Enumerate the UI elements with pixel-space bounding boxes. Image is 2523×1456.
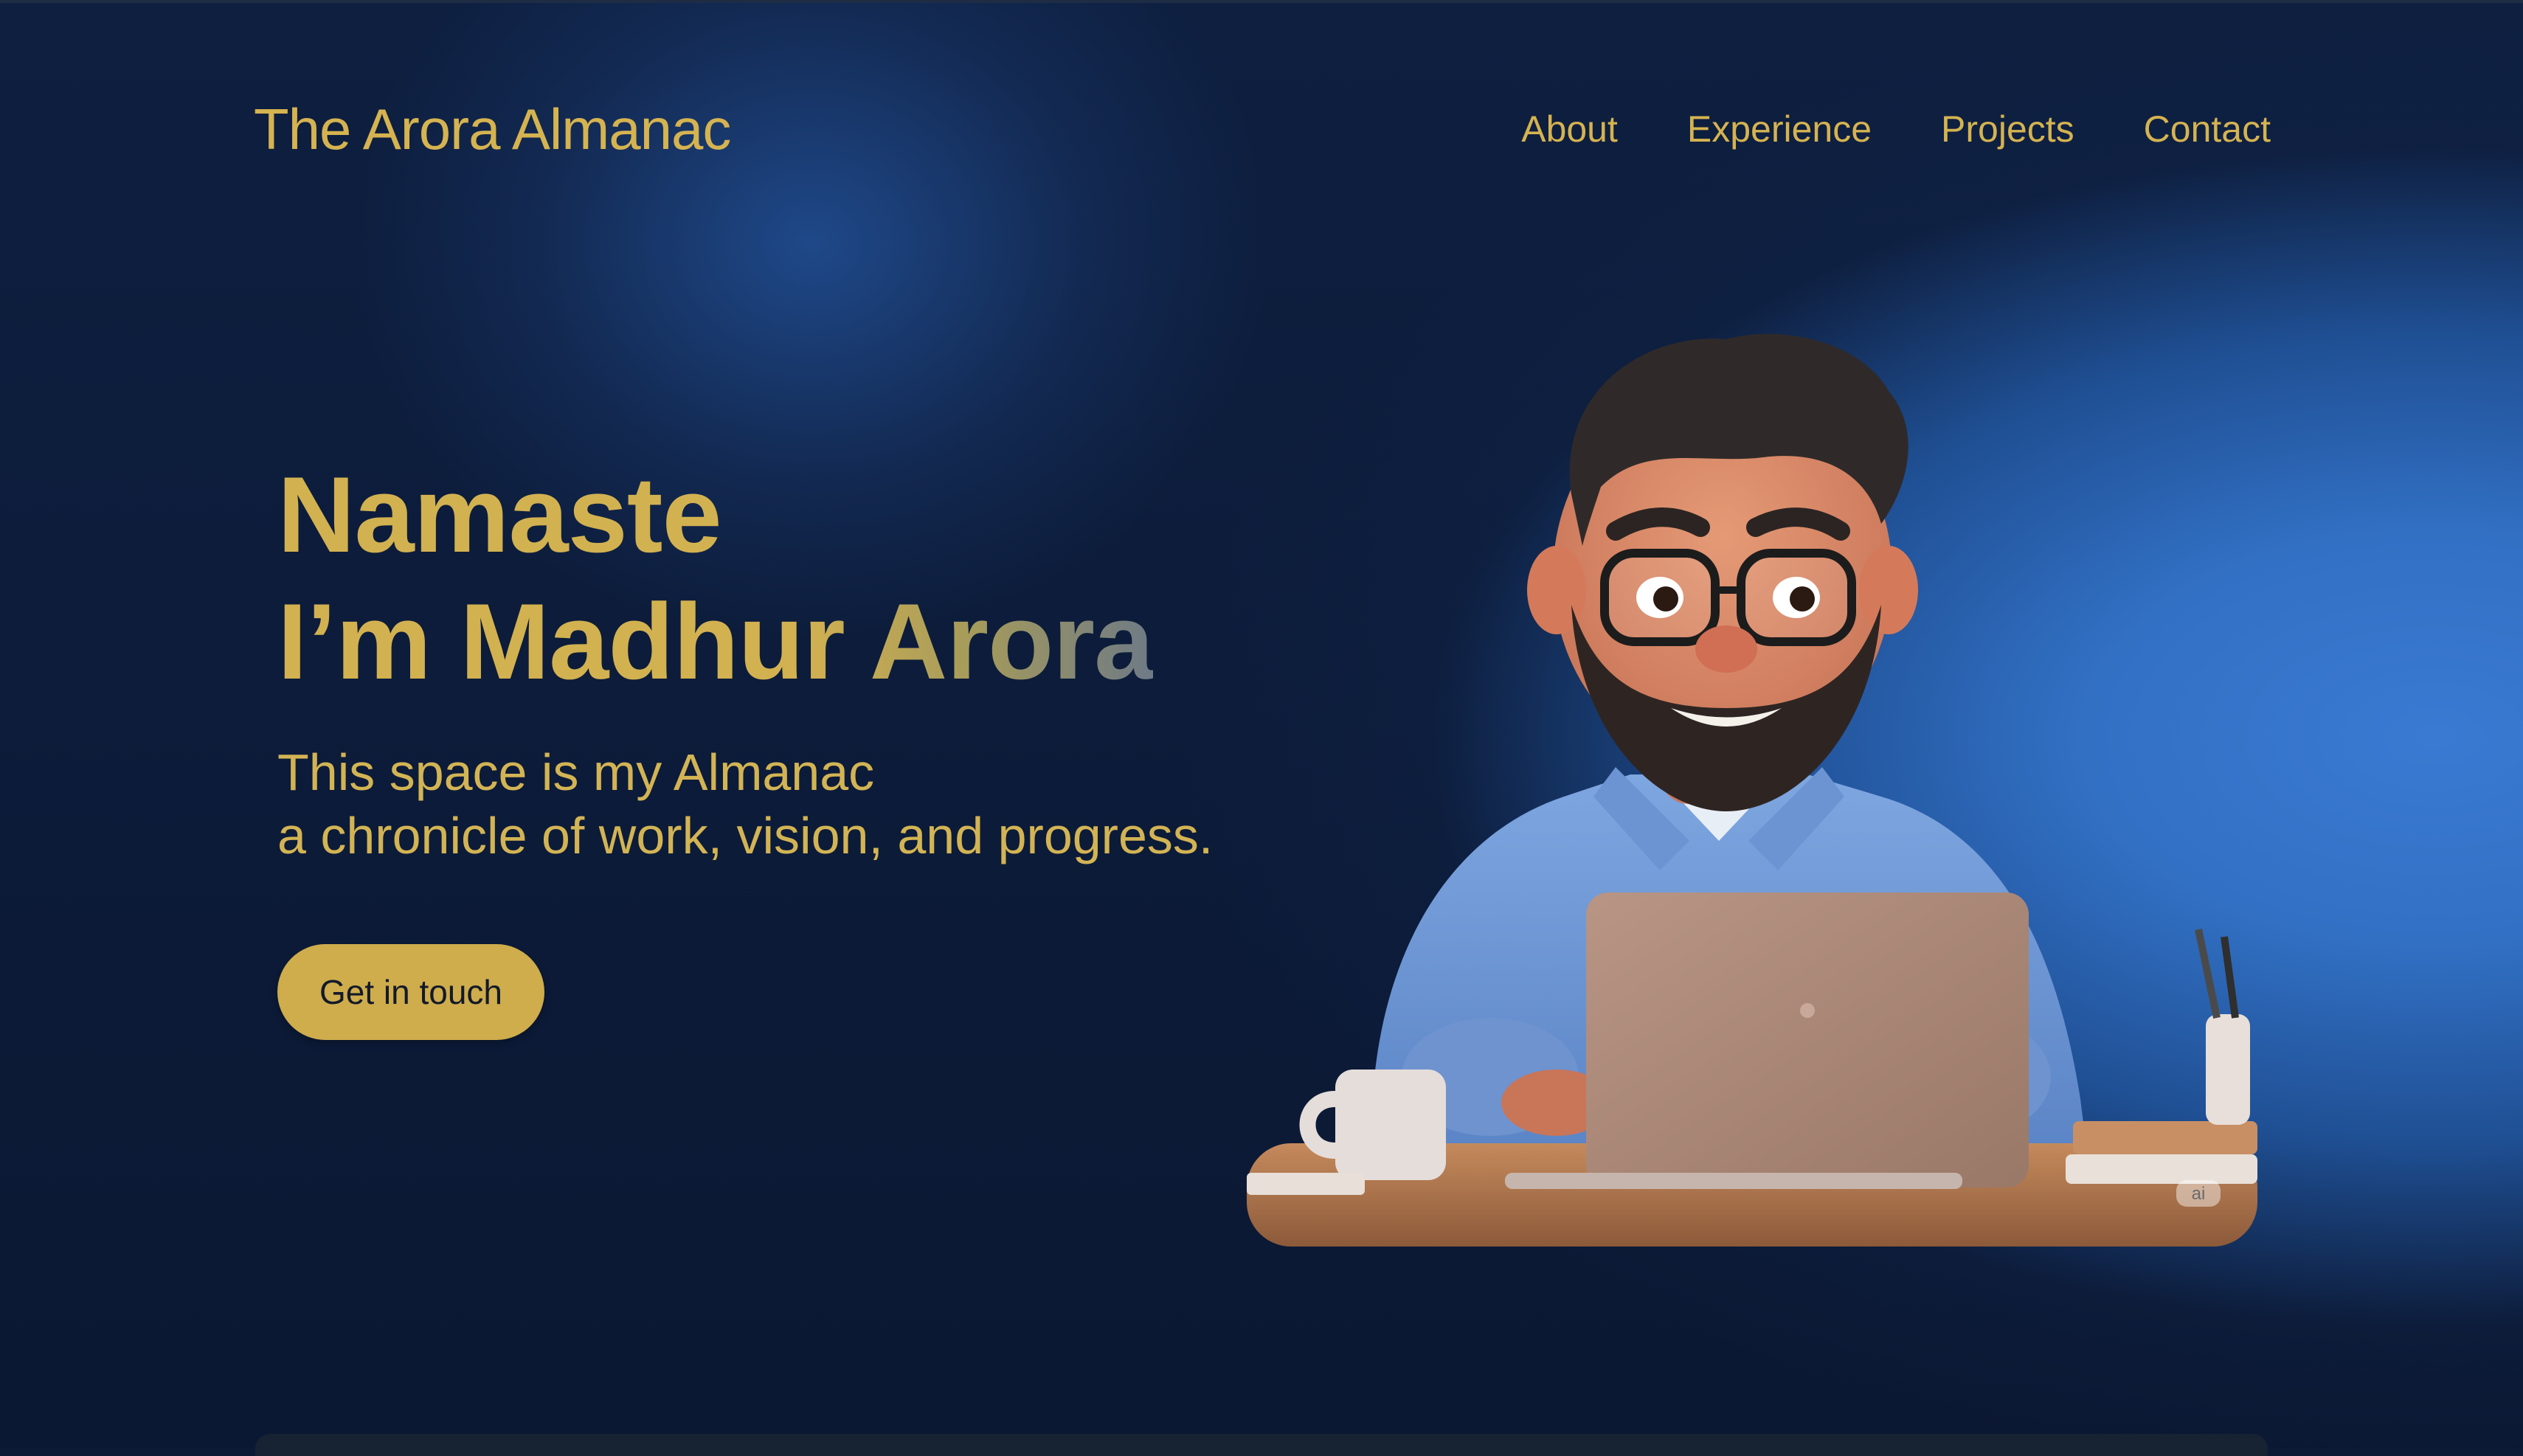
nav-link-about[interactable]: About — [1521, 108, 1618, 150]
window-top-border — [0, 0, 2523, 3]
hero-subtitle-line1: This space is my Almanac — [277, 743, 875, 801]
nav-link-contact[interactable]: Contact — [2144, 108, 2271, 150]
coffee-mug — [1335, 1070, 1446, 1180]
books — [2073, 1121, 2257, 1154]
hero-greeting: Namaste — [277, 454, 722, 575]
nav-link-projects[interactable]: Projects — [1941, 108, 2074, 150]
hero-subtitle: This space is my Almanac a chronicle of … — [277, 741, 1213, 867]
nav-link-experience[interactable]: Experience — [1687, 108, 1872, 150]
pen-holder — [2206, 1014, 2250, 1125]
hero-name: I’m Madhur Arora — [277, 578, 1154, 705]
hero-subtitle-line2: a chronicle of work, vision, and progres… — [277, 807, 1214, 864]
next-section-edge — [255, 1434, 2268, 1456]
main-nav: About Experience Projects Contact — [1521, 108, 2271, 150]
hero-heading: Namaste I’m Madhur Arora — [277, 451, 1154, 705]
site-logo-text[interactable]: The Arora Almanac — [254, 96, 731, 163]
get-in-touch-button[interactable]: Get in touch — [277, 944, 544, 1040]
laptop — [1586, 892, 2029, 1188]
ai-badge-text: ai — [2192, 1184, 2206, 1204]
developer-at-laptop-illustration: ai — [1247, 333, 2257, 1247]
